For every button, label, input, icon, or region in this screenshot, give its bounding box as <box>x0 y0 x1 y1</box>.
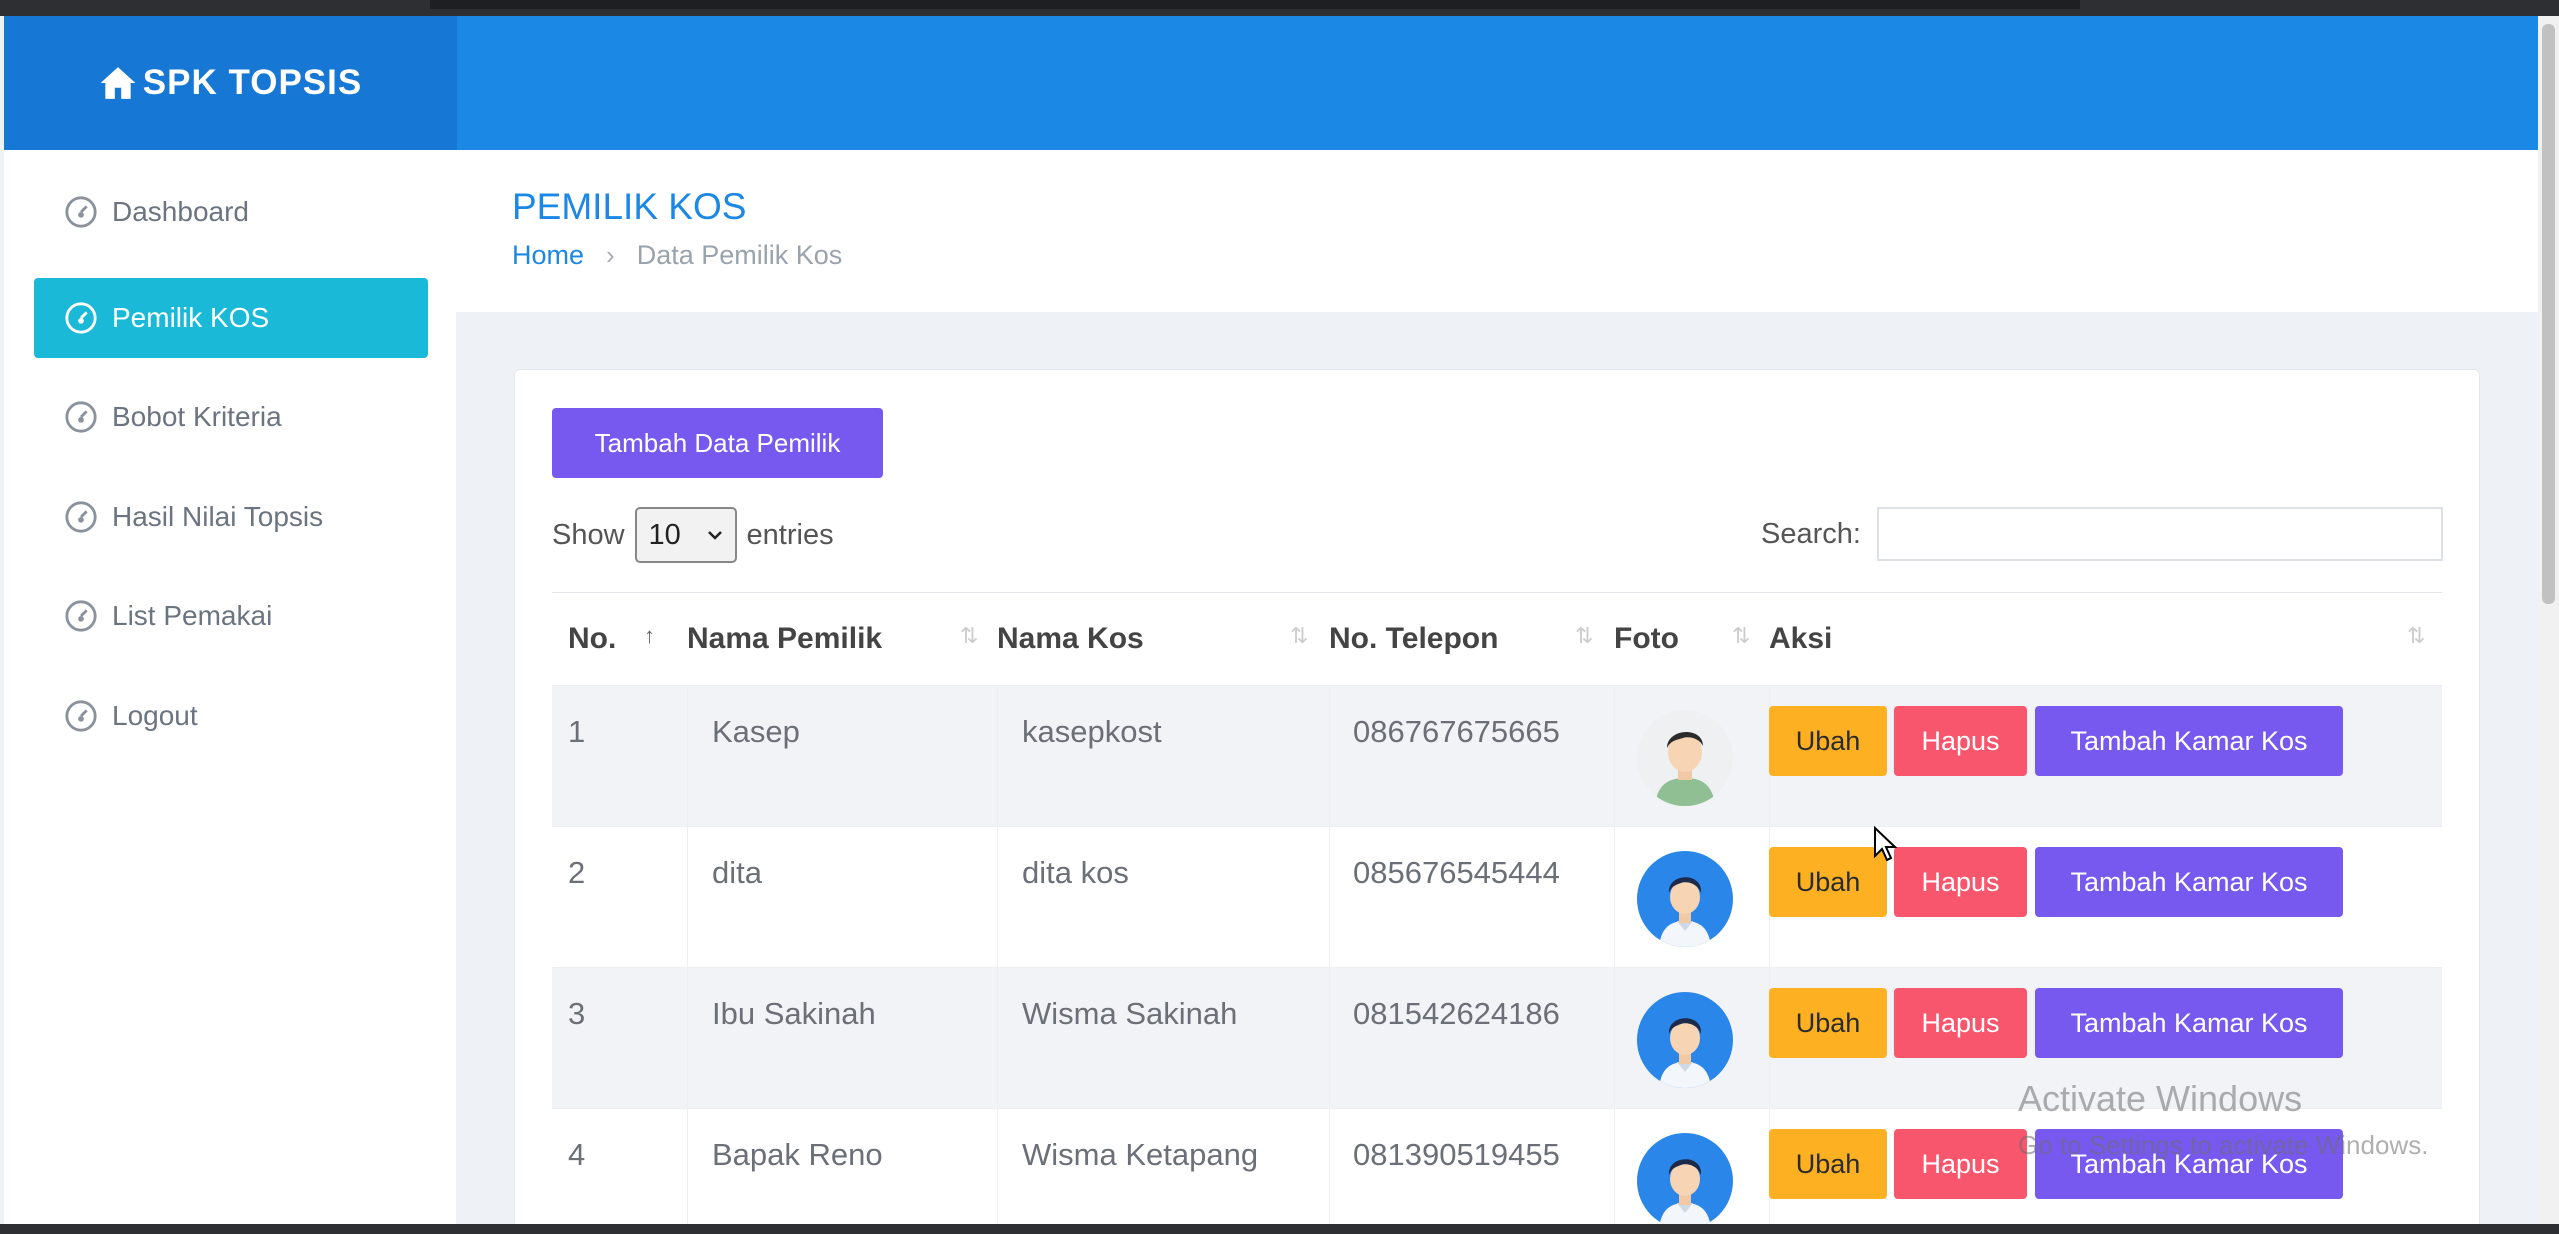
cell-nama-kos: Wisma Sakinah <box>1022 996 1238 1031</box>
sidebar-item-pemilik-kos[interactable]: Pemilik KOS <box>34 278 428 358</box>
page-scrollbar[interactable] <box>2538 16 2559 1234</box>
dashboard-icon <box>65 501 97 533</box>
column-header-foto[interactable]: Foto <box>1614 593 1679 685</box>
entries-length-control: Show 10 entries <box>552 507 834 563</box>
chevron-down-icon <box>707 531 722 540</box>
cell-no: 2 <box>568 855 586 890</box>
edit-button[interactable]: Ubah <box>1769 1129 1887 1199</box>
search-input[interactable] <box>1877 507 2443 561</box>
owner-photo-avatar <box>1637 1133 1733 1229</box>
owner-photo-avatar <box>1637 992 1733 1088</box>
entries-label: entries <box>746 518 834 551</box>
cell-nama-pemilik: dita <box>712 855 762 890</box>
cell-nama-kos: dita kos <box>1022 855 1129 890</box>
sidebar-item-label: Hasil Nilai Topsis <box>112 501 324 532</box>
table-row: 2 dita dita kos 085676545444 Ubah Hapus … <box>552 826 2442 968</box>
page-title: PEMILIK KOS <box>512 186 747 227</box>
sidebar-item-logout[interactable]: Logout <box>34 676 428 756</box>
cell-nama-pemilik: Ibu Sakinah <box>712 996 876 1031</box>
sidebar-item-dashboard[interactable]: Dashboard <box>34 172 428 252</box>
delete-button[interactable]: Hapus <box>1894 988 2027 1058</box>
delete-button[interactable]: Hapus <box>1894 706 2027 776</box>
sort-icon: ⇅ <box>2407 623 2426 648</box>
add-room-button[interactable]: Tambah Kamar Kos <box>2035 988 2343 1058</box>
activate-windows-watermark: Activate Windows Go to Settings to activ… <box>2018 1078 2428 1161</box>
search-label: Search: <box>1761 517 1861 550</box>
owner-photo-avatar <box>1637 851 1733 947</box>
breadcrumb-current: Data Pemilik Kos <box>636 240 843 270</box>
breadcrumb: Home › Data Pemilik Kos <box>512 240 842 271</box>
watermark-title: Activate Windows <box>2018 1078 2303 1119</box>
sidebar-item-label: Bobot Kriteria <box>112 401 282 432</box>
sidebar-item-label: Pemilik KOS <box>112 302 270 333</box>
watermark-subtitle: Go to Settings to activate Windows. <box>2018 1130 2429 1160</box>
delete-button[interactable]: Hapus <box>1894 1129 2027 1199</box>
cell-nama-pemilik: Kasep <box>712 714 800 749</box>
mouse-cursor-icon <box>1874 826 1898 862</box>
taskbar-strip <box>0 1224 2559 1234</box>
show-label: Show <box>552 518 625 551</box>
add-owner-button[interactable]: Tambah Data Pemilik <box>552 408 883 478</box>
delete-button[interactable]: Hapus <box>1894 847 2027 917</box>
sort-icon: ⇅ <box>1290 623 1309 648</box>
cell-telepon: 085676545444 <box>1353 855 1560 890</box>
browser-top-strip <box>0 0 2559 16</box>
chevron-right-icon: › <box>606 240 615 270</box>
add-room-button[interactable]: Tambah Kamar Kos <box>2035 847 2343 917</box>
cell-nama-pemilik: Bapak Reno <box>712 1137 883 1172</box>
dashboard-icon <box>65 401 97 433</box>
column-header-no-telepon[interactable]: No. Telepon <box>1329 593 1498 685</box>
cell-telepon: 081390519455 <box>1353 1137 1560 1172</box>
dashboard-icon <box>65 600 97 632</box>
entries-select[interactable]: 10 <box>634 507 737 563</box>
sort-icon: ⇅ <box>960 623 979 648</box>
edit-button[interactable]: Ubah <box>1769 847 1887 917</box>
edit-button[interactable]: Ubah <box>1769 706 1887 776</box>
sidebar-item-label: List Pemakai <box>112 600 273 631</box>
column-header-no[interactable]: No. <box>568 593 616 685</box>
dashboard-icon <box>65 196 97 228</box>
home-icon <box>100 67 136 99</box>
edit-button[interactable]: Ubah <box>1769 988 1887 1058</box>
sidebar-item-list-pemakai[interactable]: List Pemakai <box>34 576 428 656</box>
cell-nama-kos: kasepkost <box>1022 714 1162 749</box>
dashboard-icon <box>65 302 97 334</box>
entries-value: 10 <box>648 518 681 551</box>
add-room-button[interactable]: Tambah Kamar Kos <box>2035 706 2343 776</box>
sidebar-item-label: Dashboard <box>112 196 249 227</box>
search-control: Search: <box>1761 507 2443 561</box>
column-header-aksi[interactable]: Aksi <box>1769 593 1832 685</box>
page-header: PEMILIK KOS Home › Data Pemilik Kos <box>456 150 2538 312</box>
cell-telepon: 081542624186 <box>1353 996 1560 1031</box>
cell-no: 4 <box>568 1137 586 1172</box>
dashboard-icon <box>65 700 97 732</box>
owners-table: No. ↑ Nama Pemilik ⇅ Nama Kos ⇅ No. Tele… <box>552 592 2442 1234</box>
column-header-nama-pemilik[interactable]: Nama Pemilik <box>687 593 882 685</box>
top-header: SPK TOPSIS <box>4 16 2538 150</box>
brand[interactable]: SPK TOPSIS <box>4 16 457 150</box>
cell-no: 1 <box>568 714 586 749</box>
sort-icon: ⇅ <box>1732 623 1751 648</box>
breadcrumb-home-link[interactable]: Home <box>512 240 584 271</box>
sidebar-item-label: Logout <box>112 700 198 731</box>
cell-nama-kos: Wisma Ketapang <box>1022 1137 1259 1172</box>
sort-icon: ⇅ <box>1575 623 1594 648</box>
owner-photo-avatar <box>1637 710 1733 806</box>
sidebar-item-bobot-kriteria[interactable]: Bobot Kriteria <box>34 377 428 457</box>
scrollbar-thumb[interactable] <box>2542 24 2555 604</box>
column-header-nama-kos[interactable]: Nama Kos <box>997 593 1144 685</box>
cell-telepon: 086767675665 <box>1353 714 1560 749</box>
table-row: 1 Kasep kasepkost 086767675665 Ubah Hapu… <box>552 685 2442 827</box>
sidebar: Dashboard Pemilik KOS Bobot Kriteria Has… <box>4 150 456 1224</box>
cell-no: 3 <box>568 996 586 1031</box>
brand-title: SPK TOPSIS <box>142 63 363 102</box>
sidebar-item-hasil-nilai-topsis[interactable]: Hasil Nilai Topsis <box>34 477 428 557</box>
sort-asc-icon: ↑ <box>644 623 655 648</box>
